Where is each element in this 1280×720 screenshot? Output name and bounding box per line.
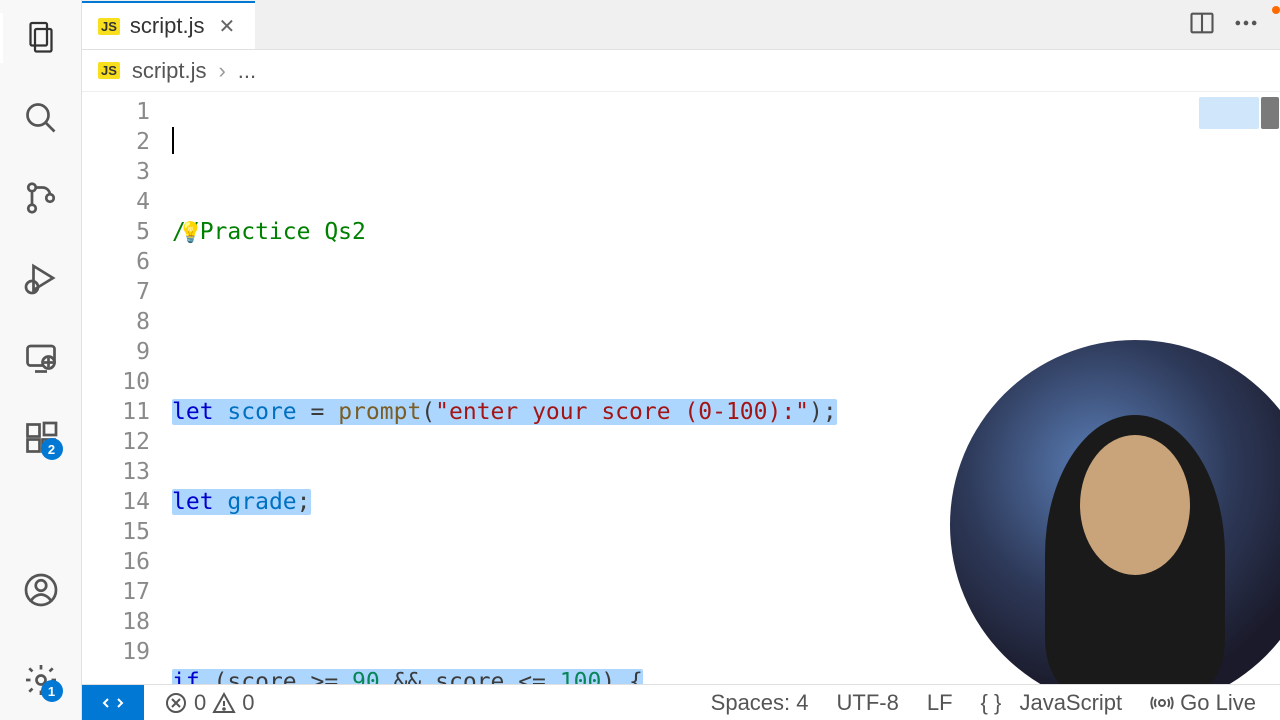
editor-actions: [1188, 1, 1280, 49]
js-file-icon: JS: [98, 18, 120, 35]
encoding-button[interactable]: UTF-8: [829, 690, 907, 716]
golive-button[interactable]: Go Live: [1142, 690, 1264, 716]
source-control-icon[interactable]: [21, 178, 61, 218]
line-number: 11: [82, 397, 150, 427]
close-icon[interactable]: ✕: [214, 14, 239, 39]
warning-count: 0: [242, 690, 254, 716]
activity-bar: 2 1: [0, 0, 82, 720]
js-file-icon: JS: [98, 62, 120, 79]
line-number: 15: [82, 517, 150, 547]
main-area: JS script.js ✕ JS script.js › ... 1 2 3 …: [82, 0, 1280, 720]
line-number: 4: [82, 187, 150, 217]
line-number: 17: [82, 577, 150, 607]
search-icon[interactable]: [21, 98, 61, 138]
extensions-badge: 2: [41, 438, 63, 460]
extensions-icon[interactable]: 2: [21, 418, 61, 458]
breadcrumb-more: ...: [238, 58, 256, 84]
breadcrumb[interactable]: JS script.js › ...: [82, 50, 1280, 92]
more-actions-icon[interactable]: [1232, 9, 1260, 42]
tab-script-js[interactable]: JS script.js ✕: [82, 1, 255, 49]
settings-icon[interactable]: 1: [21, 660, 61, 700]
run-debug-icon[interactable]: [21, 258, 61, 298]
line-number: 9: [82, 337, 150, 367]
explorer-icon[interactable]: [21, 18, 61, 58]
settings-badge: 1: [41, 680, 63, 702]
line-number: 7: [82, 277, 150, 307]
remote-explorer-icon[interactable]: [21, 338, 61, 378]
lightbulb-icon[interactable]: 💡: [178, 217, 203, 247]
line-number: 8: [82, 307, 150, 337]
line-number: 16: [82, 547, 150, 577]
notification-dot-icon: [1272, 6, 1280, 14]
accounts-icon[interactable]: [21, 570, 61, 610]
tabs-bar: JS script.js ✕: [82, 0, 1280, 50]
minimap[interactable]: [1199, 97, 1279, 129]
person-silhouette-icon: [1045, 415, 1225, 695]
cursor-icon: [172, 127, 174, 154]
line-number: 2: [82, 127, 150, 157]
line-number: 1: [82, 97, 150, 127]
minimap-content: [1199, 97, 1259, 129]
line-number: 14: [82, 487, 150, 517]
error-count: 0: [194, 690, 206, 716]
eol-button[interactable]: LF: [919, 690, 961, 716]
line-number: 13: [82, 457, 150, 487]
minimap-scrollbar[interactable]: [1261, 97, 1279, 129]
breadcrumb-file: script.js: [132, 58, 207, 84]
line-gutter: 1 2 3 4 5 6 7 8 9 10 11 12 13 14 15 16 1…: [82, 97, 172, 720]
remote-button[interactable]: [82, 685, 144, 720]
language-button[interactable]: { } JavaScript: [973, 690, 1131, 716]
line-number: 18: [82, 607, 150, 637]
line-number: 19: [82, 637, 150, 667]
statusbar: 0 0 Spaces: 4 UTF-8 LF { } JavaScript Go…: [82, 684, 1280, 720]
line-number: 6: [82, 247, 150, 277]
split-editor-icon[interactable]: [1188, 9, 1216, 42]
problems-button[interactable]: 0 0: [156, 690, 263, 716]
line-number: 3: [82, 157, 150, 187]
line-number: 10: [82, 367, 150, 397]
line-number: 5: [82, 217, 150, 247]
tab-label: script.js: [130, 13, 205, 39]
line-number: 12: [82, 427, 150, 457]
chevron-right-icon: ›: [218, 58, 225, 84]
spaces-button[interactable]: Spaces: 4: [703, 690, 817, 716]
